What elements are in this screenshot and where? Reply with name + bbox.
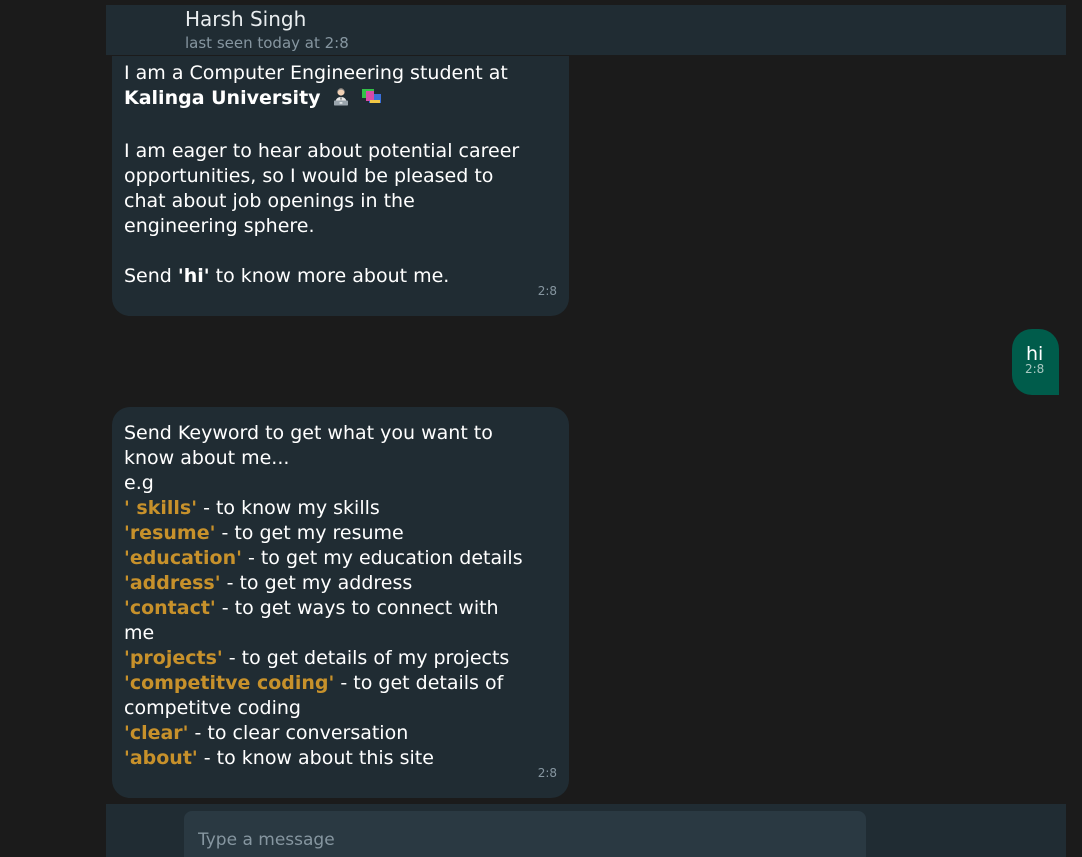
keyword-description: - to get details of my projects	[222, 647, 510, 669]
keyword-description: - to get my address	[220, 572, 413, 594]
keyword: 'about'	[124, 747, 198, 769]
keyword: 'clear'	[124, 722, 189, 744]
message-text: I am eager to hear about potential caree…	[124, 140, 520, 162]
message-text-line: Kalinga University	[124, 86, 557, 114]
keyword: 'projects'	[124, 647, 223, 669]
keyword-item-contact: 'contact' - to get ways to connect with	[124, 596, 557, 621]
keyword-item-resume: 'resume' - to get my resume	[124, 521, 557, 546]
keyword-description-continued: competitve coding	[124, 697, 301, 719]
incoming-message-keywords: Send Keyword to get what you want to kno…	[112, 407, 569, 798]
keyword-description: - to get details of	[334, 672, 504, 694]
keyword-item-skills: ' skills' - to know my skills	[124, 496, 557, 521]
keyword-item-about: 'about' - to know about this site	[124, 746, 557, 771]
message-input[interactable]	[184, 811, 866, 857]
message-timestamp: 2:8	[537, 284, 557, 298]
message-text: engineering sphere.	[124, 215, 315, 237]
send-suffix: to know more about me.	[209, 265, 450, 287]
keyword-item-address: 'address' - to get my address	[124, 571, 557, 596]
message-text: chat about job openings in the	[124, 190, 415, 212]
send-prefix: Send	[124, 265, 178, 287]
message-text: e.g	[124, 472, 154, 494]
contact-name[interactable]: Harsh Singh	[185, 7, 306, 31]
incoming-message-intro: I am a Computer Engineering student at K…	[112, 56, 569, 316]
books-icon	[361, 87, 383, 114]
keyword-description: - to know my skills	[197, 497, 380, 519]
keyword-description: - to get my resume	[215, 522, 404, 544]
message-text: opportunities, so I would be pleased to	[124, 165, 494, 187]
message-text: Send Keyword to get what you want to	[124, 422, 493, 444]
keyword-description: - to get my education details	[241, 547, 523, 569]
keyword: 'address'	[124, 572, 221, 594]
keyword: 'contact'	[124, 597, 216, 619]
last-seen-status: last seen today at 2:8	[185, 34, 349, 52]
technologist-icon	[331, 87, 351, 114]
hi-keyword: 'hi'	[177, 265, 210, 287]
chat-header: Harsh Singh last seen today at 2:8	[106, 5, 1066, 55]
message-timestamp: 2:8	[537, 766, 557, 780]
outgoing-message-hi: hi 2:8	[1012, 329, 1059, 395]
keyword-description: - to get ways to connect with	[215, 597, 499, 619]
keyword: 'education'	[124, 547, 242, 569]
composer-bar	[106, 804, 1066, 857]
message-text: know about me...	[124, 447, 290, 469]
message-text: I am a Computer Engineering student at	[124, 62, 508, 84]
keyword-description: - to clear conversation	[188, 722, 409, 744]
keyword-description-continued: me	[124, 622, 155, 644]
message-text-line: Send 'hi' to know more about me.	[124, 264, 557, 289]
university-name: Kalinga University	[124, 87, 321, 109]
keyword: ' skills'	[124, 497, 198, 519]
keyword: 'resume'	[124, 522, 216, 544]
keyword-description: - to know about this site	[197, 747, 434, 769]
keyword: 'competitve coding'	[124, 672, 335, 694]
keyword-item-projects: 'projects' - to get details of my projec…	[124, 646, 557, 671]
message-timestamp: 2:8	[1025, 362, 1045, 376]
keyword-item-education: 'education' - to get my education detail…	[124, 546, 557, 571]
keyword-item-clear: 'clear' - to clear conversation	[124, 721, 557, 746]
keyword-item-competitive-coding: 'competitve coding' - to get details of	[124, 671, 557, 696]
